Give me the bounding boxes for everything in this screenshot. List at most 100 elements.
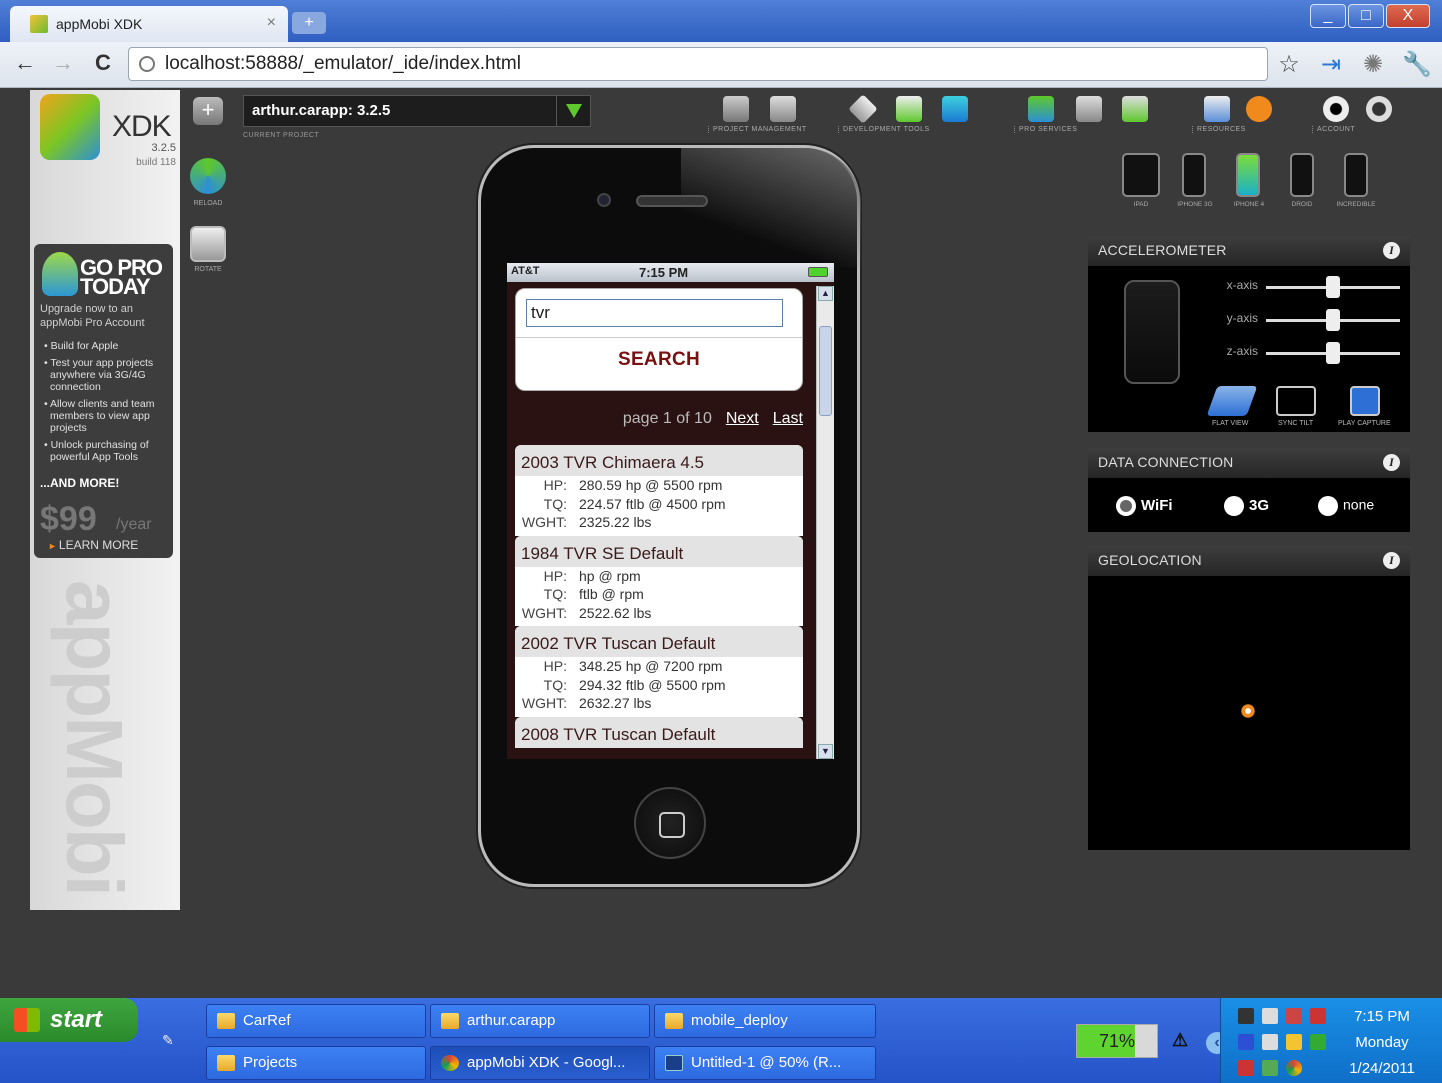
- deploy-icon[interactable]: [1122, 96, 1148, 122]
- none-radio[interactable]: [1318, 496, 1338, 516]
- tray-monitor-icon[interactable]: [1262, 1060, 1278, 1076]
- device-iphone3g-icon[interactable]: [1182, 153, 1206, 197]
- slider-knob[interactable]: [1326, 309, 1340, 331]
- list-item[interactable]: 1984 TVR SE Default HP: hp @ rpm TQ: ftlb …: [515, 535, 803, 626]
- warning-icon[interactable]: ⚠: [1172, 1030, 1188, 1051]
- z-axis-slider[interactable]: [1266, 342, 1400, 364]
- address-bar[interactable]: localhost:58888/_emulator/_ide/index.htm…: [128, 47, 1268, 81]
- tray-bluetooth-icon[interactable]: [1238, 1034, 1254, 1050]
- rotate-device-icon[interactable]: [190, 226, 226, 262]
- bookmark-star-icon[interactable]: ☆: [1274, 50, 1304, 79]
- add-file-icon[interactable]: [723, 96, 749, 122]
- 3g-label: 3G: [1249, 496, 1270, 514]
- scrollbar[interactable]: ▲ ▼: [816, 286, 834, 759]
- device-droid-icon[interactable]: [1290, 153, 1314, 197]
- 3g-radio[interactable]: [1224, 496, 1244, 516]
- forward-arrow-icon[interactable]: →: [48, 50, 78, 76]
- slider-knob[interactable]: [1326, 276, 1340, 298]
- scroll-down-icon[interactable]: ▼: [818, 744, 833, 759]
- task-arthur-carapp[interactable]: arthur.carapp: [430, 1004, 650, 1038]
- wireless-icon[interactable]: [942, 96, 968, 122]
- sync-tilt-icon[interactable]: [1276, 386, 1316, 416]
- project-selector[interactable]: arthur.carapp: 3.2.5: [243, 95, 591, 127]
- wifi-radio[interactable]: [1116, 496, 1136, 516]
- device-iphone4-icon[interactable]: [1236, 153, 1260, 197]
- back-arrow-icon[interactable]: ←: [10, 50, 40, 76]
- location-pin-icon[interactable]: [1239, 702, 1257, 720]
- task-projects[interactable]: Projects: [206, 1046, 426, 1080]
- browser-tab[interactable]: appMobi XDK ×: [10, 6, 288, 42]
- task-mobile-deploy[interactable]: mobile_deploy: [654, 1004, 876, 1038]
- trash-icon[interactable]: [770, 96, 796, 122]
- x-axis-slider[interactable]: [1266, 276, 1400, 298]
- device-ipad-icon[interactable]: [1122, 153, 1160, 197]
- task-appmobi-chrome[interactable]: appMobi XDK - Googl...: [430, 1046, 650, 1080]
- info-icon[interactable]: i: [1383, 242, 1400, 259]
- document-icon[interactable]: [896, 96, 922, 122]
- tray-chrome-icon[interactable]: [1286, 1060, 1302, 1076]
- extension-icon[interactable]: ⇥: [1316, 50, 1346, 79]
- people-icon[interactable]: [1028, 96, 1054, 122]
- quicklaunch-icon[interactable]: ✎: [162, 1032, 182, 1050]
- new-tab-button[interactable]: +: [292, 12, 326, 34]
- tray-shield-icon[interactable]: [1286, 1034, 1302, 1050]
- start-button[interactable]: start: [0, 998, 138, 1042]
- home-button[interactable]: [634, 787, 706, 859]
- scroll-thumb[interactable]: [819, 326, 832, 416]
- tray-sync-icon[interactable]: [1262, 1034, 1278, 1050]
- diamond-icon[interactable]: [848, 94, 878, 124]
- mail-icon[interactable]: [1076, 96, 1102, 122]
- help-icon[interactable]: [1246, 96, 1272, 122]
- battery-meter[interactable]: 71%: [1076, 1024, 1158, 1058]
- maximize-button[interactable]: □: [1348, 4, 1384, 28]
- tray-display-icon[interactable]: [1310, 1034, 1326, 1050]
- list-item[interactable]: 2008 TVR Tuscan Default: [515, 716, 803, 748]
- folder-icon: [441, 1013, 459, 1029]
- accelerometer-phone-preview[interactable]: [1124, 280, 1180, 384]
- learn-more-link[interactable]: LEARN MORE: [48, 538, 138, 552]
- power-icon[interactable]: [1366, 96, 1392, 122]
- appmobi-person-icon: [42, 252, 78, 296]
- y-axis-slider[interactable]: [1266, 309, 1400, 331]
- gear-icon[interactable]: ✺: [1358, 50, 1388, 79]
- tray-app-icon[interactable]: [1238, 1008, 1254, 1024]
- wifi-option[interactable]: WiFi: [1116, 496, 1173, 516]
- next-link[interactable]: Next: [726, 410, 759, 427]
- tab-close-icon[interactable]: ×: [267, 14, 276, 32]
- task-label: mobile_deploy: [691, 1012, 788, 1029]
- dropdown-arrow-icon[interactable]: [556, 96, 590, 126]
- list-item[interactable]: 2003 TVR Chimaera 4.5 HP: 280.59 hp @ 550…: [515, 445, 803, 536]
- reload-icon[interactable]: C: [88, 50, 118, 76]
- go-pro-promo[interactable]: GO PRO TODAY Upgrade now to an appMobi P…: [34, 244, 173, 558]
- data-connection-header: DATA CONNECTION i: [1088, 448, 1410, 478]
- last-link[interactable]: Last: [773, 410, 803, 427]
- device-incredible-icon[interactable]: [1344, 153, 1368, 197]
- taskbar-clock[interactable]: 7:15 PM Monday 1/24/2011: [1346, 1004, 1418, 1082]
- tray-disconnected-icon[interactable]: [1310, 1008, 1326, 1024]
- search-input[interactable]: [526, 299, 783, 327]
- search-button[interactable]: SEARCH: [516, 349, 802, 371]
- reload-emulator-icon[interactable]: [190, 158, 226, 194]
- info-icon[interactable]: i: [1383, 454, 1400, 471]
- panel-title: DATA CONNECTION: [1098, 454, 1234, 470]
- settings-gear-icon[interactable]: [1323, 96, 1349, 122]
- play-capture-icon[interactable]: [1350, 386, 1380, 416]
- photoshop-icon: [665, 1055, 683, 1071]
- tray-volume-icon[interactable]: [1286, 1008, 1302, 1024]
- slider-knob[interactable]: [1326, 342, 1340, 364]
- api-docs-icon[interactable]: [1204, 96, 1230, 122]
- task-photoshop[interactable]: Untitled-1 @ 50% (R...: [654, 1046, 876, 1080]
- flat-view-icon[interactable]: [1206, 386, 1258, 416]
- tray-network-icon[interactable]: [1262, 1008, 1278, 1024]
- task-carref[interactable]: CarRef: [206, 1004, 426, 1038]
- scroll-up-icon[interactable]: ▲: [818, 286, 833, 301]
- 3g-option[interactable]: 3G: [1224, 496, 1269, 516]
- list-item[interactable]: 2002 TVR Tuscan Default HP: 348.25 hp @ 7…: [515, 626, 803, 717]
- minimize-button[interactable]: _: [1310, 4, 1346, 28]
- info-icon[interactable]: i: [1383, 552, 1400, 569]
- tray-gmail-icon[interactable]: [1238, 1060, 1254, 1076]
- add-project-button[interactable]: +: [193, 97, 223, 125]
- close-window-button[interactable]: X: [1386, 4, 1430, 28]
- none-option[interactable]: none: [1318, 496, 1374, 516]
- wrench-icon[interactable]: 🔧: [1402, 50, 1432, 79]
